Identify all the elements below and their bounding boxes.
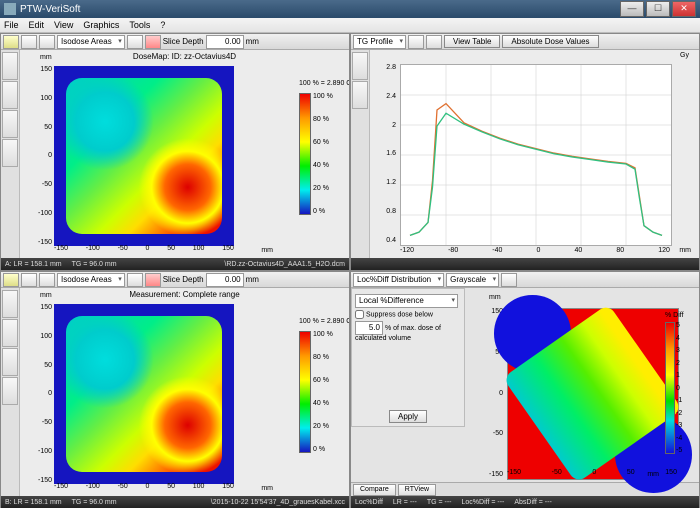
diff-plot[interactable]: mm 150500-50-150 -150-50050150 mm [463,288,699,482]
profile-select[interactable]: TG Profile [353,35,406,49]
diff-mode-select[interactable]: Local %Difference [355,294,458,308]
normalization-text: 100 % = 2.890 Gy [299,80,343,87]
y-axis-unit: Gy [680,52,689,59]
slice-unit: mm [246,275,259,284]
pane-difference: Loc%Diff Distribution Grayscale Local %D… [350,271,700,508]
colorbar: 100 % = 2.890 Gy 100 %80 %60 %40 %20 %0 … [299,80,343,215]
y-axis-unit: mm [40,54,52,61]
marker-icon[interactable] [145,273,161,287]
status-bar-b [351,258,699,270]
slice-depth-label: Slice Depth [163,37,204,46]
menu-graphics[interactable]: Graphics [83,20,119,30]
colorbar: 100 % = 2.890 Gy 100 %80 %60 %40 %20 %0 … [299,318,343,453]
slice-depth-input[interactable]: 0.00 [206,273,244,287]
diff-colorbar: % Diff 543210-1-2-3-4-5 [665,312,695,454]
view-table-button[interactable]: View Table [444,35,500,48]
suppress-label: Suppress dose below [366,311,433,318]
x-axis-unit: mm [261,485,273,492]
x-axis-unit: mm [261,247,273,254]
menu-bar: File Edit View Graphics Tools ? [0,18,700,33]
open-file-icon[interactable] [3,273,19,287]
print-icon[interactable] [39,273,55,287]
sidetab[interactable] [352,52,368,80]
heatmap[interactable] [54,304,234,484]
menu-file[interactable]: File [4,20,19,30]
slice-unit: mm [246,37,259,46]
slice-depth-label: Slice Depth [163,275,204,284]
menu-tools[interactable]: Tools [129,20,150,30]
options-icon[interactable] [426,35,442,49]
y-axis-unit: mm [489,294,501,301]
x-axis-unit: mm [679,247,691,254]
options-icon[interactable] [501,273,517,287]
pane-tg-profile: TG Profile View Table Absolute Dose Valu… [350,33,700,271]
print-icon[interactable] [39,35,55,49]
sidetab[interactable] [2,139,18,167]
pane-dosemap-a: Isodose Areas Slice Depth 0.00 mm DoseMa… [0,33,350,271]
sidetab[interactable] [352,81,368,109]
status-bar-c: B: LR = 158.1 mmTG = 96.0 mm \2015-10-22… [1,496,349,508]
status-bar-a: A: LR = 158.1 mmTG = 96.0 mm \RD.zz-Octa… [1,258,349,270]
minimize-button[interactable]: — [620,1,644,17]
diff-dist-select[interactable]: Loc%Diff Distribution [353,273,444,287]
menu-view[interactable]: View [54,20,73,30]
sidetab[interactable] [2,319,18,347]
sidetab[interactable] [2,81,18,109]
sidetab[interactable] [2,52,18,80]
heatmap[interactable] [54,66,234,246]
normalization-text: 100 % = 2.890 Gy [299,318,343,325]
menu-edit[interactable]: Edit [29,20,45,30]
open-file-icon[interactable] [3,35,19,49]
marker-icon[interactable] [145,35,161,49]
x-axis-ticks: -150-100-50050100150 [54,483,234,490]
diff-heatmap[interactable] [507,308,679,480]
overlay-select[interactable]: Isodose Areas [57,273,125,287]
save-icon[interactable] [21,35,37,49]
sidetab[interactable] [2,377,18,405]
plot-title: DoseMap: ID: zz-Octavius4D [20,50,349,63]
window-title: PTW-VeriSoft [20,4,620,15]
app-icon [4,3,16,15]
slice-depth-input[interactable]: 0.00 [206,35,244,49]
tab-rtview[interactable]: RTView [398,484,436,496]
suppress-value-input[interactable]: 5.0 [355,321,383,335]
zoom-icon[interactable] [127,35,143,49]
abs-dose-button[interactable]: Absolute Dose Values [502,35,598,48]
tg-profile-plot[interactable]: Gy 2.82.421.61.20.80.4 -120-80- [370,50,699,258]
y-axis-ticks: 2.82.421.61.20.80.4 [376,64,396,244]
status-bar-d: Loc%DiffLR = ---TG = ---Loc%Diff = ---Ab… [351,496,699,508]
diff-controls: Local %Difference Suppress dose below 5.… [351,288,465,427]
tab-compare[interactable]: Compare [353,484,396,496]
pane-measurement-b: Isodose Areas Slice Depth 0.00 mm Measur… [0,271,350,508]
save-icon[interactable] [21,273,37,287]
overlay-select[interactable]: Isodose Areas [57,35,125,49]
line-chart[interactable] [400,64,672,246]
plot-title: Measurement: Complete range [20,288,349,301]
x-axis-ticks: -150-100-50050100150 [54,245,234,252]
y-axis-ticks: 150100500-50-100-150 [34,66,52,246]
x-axis-unit: mm [647,471,659,478]
window-titlebar: PTW-VeriSoft — ☐ ✕ [0,0,700,18]
dosemap-b-plot[interactable]: Measurement: Complete range mm 150100500… [20,288,349,496]
menu-help[interactable]: ? [160,20,165,30]
x-axis-ticks: -120-80-4004080120 [400,247,670,254]
y-axis-unit: mm [40,292,52,299]
refresh-icon[interactable] [408,35,424,49]
dosemap-a-plot[interactable]: DoseMap: ID: zz-Octavius4D mm 150100500-… [20,50,349,258]
suppress-checkbox[interactable] [355,310,364,319]
apply-button[interactable]: Apply [389,410,427,423]
sidetab[interactable] [2,290,18,318]
close-button[interactable]: ✕ [672,1,696,17]
zoom-icon[interactable] [127,273,143,287]
sidetab[interactable] [2,348,18,376]
sidetab[interactable] [2,110,18,138]
maximize-button[interactable]: ☐ [646,1,670,17]
y-axis-ticks: 150100500-50-100-150 [34,304,52,484]
colormap-select[interactable]: Grayscale [446,273,499,287]
